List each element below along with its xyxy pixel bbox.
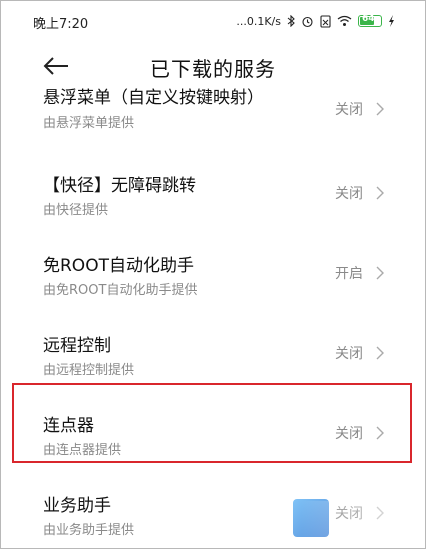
- status-time: 晚上7:20: [33, 17, 89, 32]
- battery-icon: 64: [358, 14, 382, 27]
- chevron-right-icon: [376, 346, 384, 360]
- service-provider: 由远程控制提供: [43, 363, 135, 378]
- status-icons: ...0.1K/s 64: [236, 13, 395, 29]
- service-provider: 由免ROOT自动化助手提供: [43, 283, 198, 298]
- service-status: 关闭: [335, 102, 363, 118]
- battery-level: 64: [362, 14, 375, 24]
- service-name: 免ROOT自动化助手: [43, 256, 194, 276]
- service-name: 业务助手: [43, 496, 111, 516]
- service-list: 悬浮菜单（自定义按键映射） 由悬浮菜单提供 关闭 【快径】无障碍跳转 由快径提供…: [1, 81, 425, 548]
- charging-icon: [388, 15, 395, 27]
- service-row-kuaijing[interactable]: 【快径】无障碍跳转 由快径提供 关闭: [1, 165, 425, 235]
- watermark-fade: [301, 501, 401, 541]
- service-status: 关闭: [335, 186, 363, 202]
- sim-icon: [320, 14, 331, 28]
- service-name: 【快径】无障碍跳转: [43, 176, 196, 196]
- network-speed: ...0.1K/s: [236, 14, 281, 28]
- service-name: 悬浮菜单（自定义按键映射）: [43, 88, 264, 108]
- chevron-right-icon: [376, 186, 384, 200]
- chevron-right-icon: [376, 102, 384, 116]
- phone-screen: 晚上7:20 ...0.1K/s 64 已下载的服务 悬浮菜单（自定义按键映射）…: [0, 0, 426, 549]
- chevron-right-icon: [376, 266, 384, 280]
- alarm-icon: [301, 15, 314, 28]
- service-row-automation-assistant[interactable]: 免ROOT自动化助手 由免ROOT自动化助手提供 开启: [1, 245, 425, 315]
- service-provider: 由快径提供: [43, 203, 109, 218]
- service-status: 关闭: [335, 346, 363, 362]
- wifi-icon: [337, 15, 352, 27]
- highlight-box: [12, 383, 412, 463]
- service-provider: 由业务助手提供: [43, 523, 135, 538]
- page-title: 已下载的服务: [150, 57, 276, 81]
- bluetooth-icon: [287, 15, 295, 27]
- service-name: 远程控制: [43, 336, 111, 356]
- service-provider: 由悬浮菜单提供: [43, 116, 135, 131]
- service-status: 开启: [335, 266, 363, 282]
- status-bar: 晚上7:20 ...0.1K/s 64: [1, 1, 425, 41]
- service-row-floating-menu[interactable]: 悬浮菜单（自定义按键映射） 由悬浮菜单提供 关闭: [1, 81, 425, 151]
